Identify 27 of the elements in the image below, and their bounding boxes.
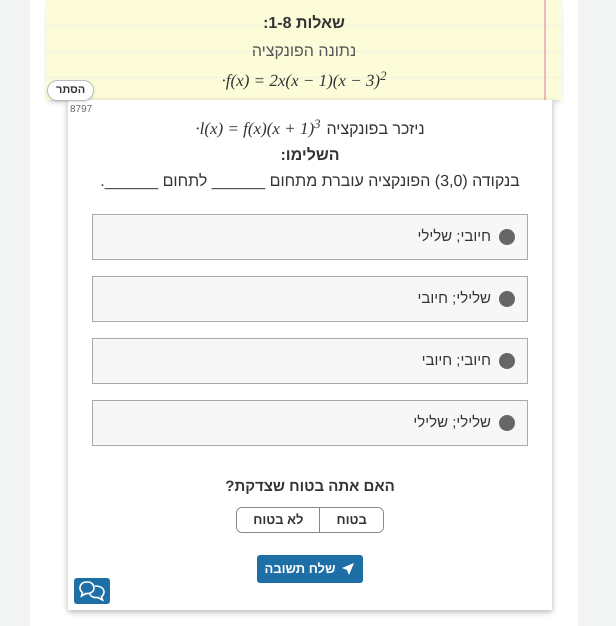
radio-icon — [499, 415, 515, 431]
hide-button[interactable]: הסתר — [47, 80, 94, 101]
radio-icon — [499, 229, 515, 245]
formula: ·f(x) = 2x(x − 1)(x − 3)$^{2}$ — [222, 68, 386, 92]
question-set-title: שאלות 1-8: — [263, 14, 345, 34]
submit-button[interactable]: שלח תשובה — [256, 554, 364, 582]
option-label: שלילי; חיובי — [417, 288, 491, 309]
speech-bubbles-icon — [78, 580, 106, 602]
radio-icon — [499, 291, 515, 307]
intro-text: נתונה הפונקציה — [252, 42, 356, 62]
chat-button[interactable] — [74, 578, 110, 604]
cursor-icon — [341, 562, 356, 576]
option-label: חיובי; חיובי — [422, 350, 491, 371]
confidence-button[interactable]: לא בטוח — [237, 508, 320, 532]
answer-option[interactable]: חיובי; חיובי — [92, 338, 528, 384]
heading: השלימו: — [280, 146, 340, 166]
option-label: חיובי; שלילי — [417, 226, 491, 247]
radio-icon — [499, 353, 515, 369]
option-label: שלילי; שלילי — [413, 412, 491, 433]
question-id: 8797 — [70, 103, 92, 117]
formula: ·l(x) = f(x)(x + 1)$^{3}$ — [195, 116, 320, 140]
answer-option[interactable]: שלילי; שלילי — [92, 400, 528, 446]
confidence-question: האם אתה בטוח שצדקת? — [225, 477, 395, 497]
answer-option[interactable]: שלילי; חיובי — [92, 276, 528, 322]
lead-text: ניזכר בפונקציה — [326, 120, 425, 140]
answer-option[interactable]: חיובי; שלילי — [92, 214, 528, 260]
question-text: בנקודה (3,0) הפונקציה עוברת מתחום ______ לתחום ______. — [100, 172, 520, 192]
